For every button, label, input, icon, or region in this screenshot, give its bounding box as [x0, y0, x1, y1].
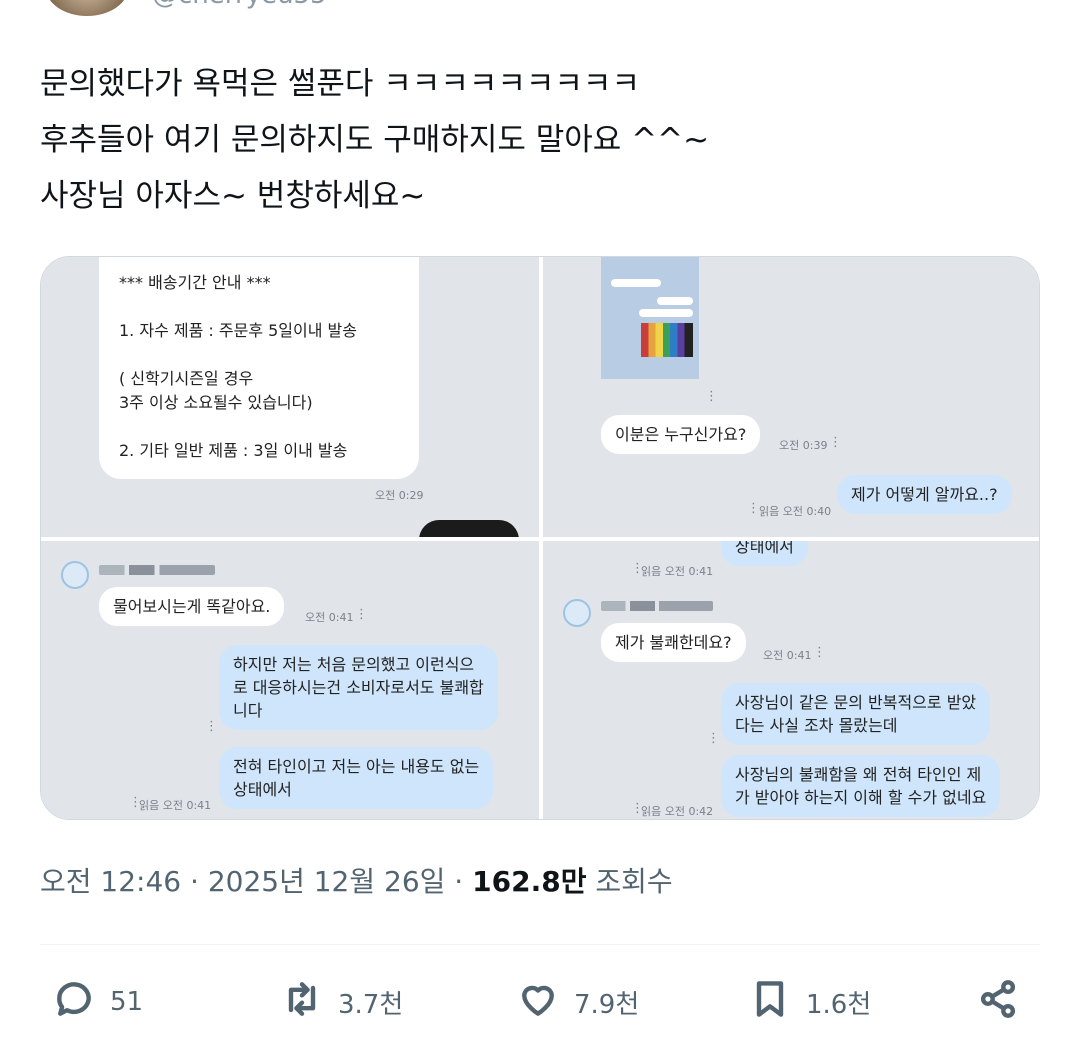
views-label: 조회수 — [586, 865, 673, 898]
message-line: 니다 — [233, 701, 263, 720]
retweet-count: 3.7천 — [338, 989, 404, 1020]
tweet-text: 문의했다가 욕먹은 썰푼다 ㅋㅋㅋㅋㅋㅋㅋㅋㅋ 후추들아 여기 문의하지도 구매… — [40, 56, 1040, 224]
tweet-line: 사장님 아자스~ 번창하세요~ — [40, 178, 426, 214]
seller-avatar — [61, 561, 89, 589]
reply-icon — [52, 977, 96, 1028]
read-receipt: 읽음 오전 0:42 — [641, 805, 714, 818]
image-thumbnail — [419, 520, 519, 537]
action-bar: 51 3.7천 7.9천 1.6천 — [40, 972, 1040, 1032]
chat-message-outgoing: 하지만 저는 처음 문의했고 이런식으 로 대응하시는건 소비자로서도 불쾌합 … — [219, 645, 498, 730]
media-image-1[interactable]: *** 배송기간 안내 *** 1. 자수 제품 : 주문후 5일이내 발송 (… — [41, 257, 539, 537]
notice-line: 2. 기타 일반 제품 : 3일 이내 발송 — [119, 441, 348, 460]
more-icon: ⋮ — [205, 719, 218, 734]
tweet-header: @cherryeu55 — [0, 0, 1080, 20]
message-line: 전혀 타인이고 저는 아는 내용도 없는 — [233, 757, 480, 776]
like-button[interactable]: 7.9천 — [516, 972, 639, 1032]
read-receipt: 읽음 오전 0:40 — [759, 505, 832, 518]
seller-avatar — [563, 599, 591, 627]
divider — [40, 944, 1040, 945]
bookmark-button[interactable]: 1.6천 — [748, 972, 871, 1032]
bookmark-count: 1.6천 — [806, 989, 872, 1020]
tweet-timestamp: 오전 12:46 · 2025년 12월 26일 · 162.8만 조회수 — [40, 860, 673, 900]
media-grid[interactable]: *** 배송기간 안내 *** 1. 자수 제품 : 주문후 5일이내 발송 (… — [40, 256, 1040, 820]
share-icon — [976, 977, 1020, 1028]
more-icon: ⋮ — [813, 645, 826, 660]
message-line: 사장님이 같은 문의 반복적으로 받았 — [735, 693, 977, 712]
share-button[interactable] — [976, 972, 1020, 1032]
chat-message-outgoing: 전혀 타인이고 저는 아는 내용도 없는 상태에서 — [219, 747, 494, 809]
read-receipt: 읽음 오전 0:41 — [139, 799, 212, 812]
message-line: 가 받아야 하는지 이해 할 수가 없네요 — [735, 788, 987, 807]
notice-line — [119, 415, 399, 439]
message-line: 다는 사실 조차 몰랐는데 — [735, 716, 898, 735]
notice-line: 3주 이상 소요될수 있습니다) — [119, 393, 313, 412]
time-date[interactable]: 오전 12:46 · 2025년 12월 26일 · — [40, 865, 472, 898]
blurred-seller-name — [99, 565, 215, 575]
read-receipt: 읽음 오전 0:41 — [641, 565, 714, 578]
message-time: 오전 0:41 — [763, 649, 812, 662]
reply-button[interactable]: 51 — [52, 972, 143, 1032]
bookmark-icon — [748, 977, 792, 1028]
message-line: 상태에서 — [233, 780, 292, 799]
blurred-seller-name — [601, 601, 713, 611]
notice-line: ( 신학기시즌일 경우 — [119, 369, 254, 388]
chat-message-incoming: 제가 불쾌한데요? — [601, 623, 746, 662]
reply-count: 51 — [110, 987, 144, 1017]
author-avatar[interactable] — [46, 0, 128, 16]
chat-message-outgoing: 사장님의 불쾌함을 왜 전혀 타인인 제 가 받아야 하는지 이해 할 수가 없… — [721, 755, 1001, 817]
more-icon: ⋮ — [355, 607, 368, 622]
chat-message-outgoing: 제가 어떻게 알까요..? — [837, 475, 1012, 514]
views-count: 162.8만 — [472, 865, 587, 898]
chat-message-incoming: 이분은 누구신가요? — [601, 415, 761, 454]
retweet-button[interactable]: 3.7천 — [280, 972, 403, 1032]
author-handle[interactable]: @cherryeu55 — [152, 0, 327, 10]
message-line: 로 대응하시는건 소비자로서도 불쾌합 — [233, 678, 484, 697]
media-image-2[interactable]: 이분은 누구신가요? 오전 0:39 ⋮ ⋮ 제가 어떻게 알까요..? ⋮ 읽… — [543, 257, 1039, 537]
chat-message-outgoing: 사장님이 같은 문의 반복적으로 받았 다는 사실 조차 몰랐는데 — [721, 683, 991, 745]
chat-message-incoming: 물어보시는게 똑같아요. — [99, 587, 285, 626]
message-time: 오전 0:39 — [779, 439, 828, 452]
notice-line: 1. 자수 제품 : 주문후 5일이내 발송 — [119, 321, 357, 340]
tweet-line: 문의했다가 욕먹은 썰푼다 ㅋㅋㅋㅋㅋㅋㅋㅋㅋ — [40, 66, 640, 102]
media-image-3[interactable]: 물어보시는게 똑같아요. 오전 0:41 ⋮ 하지만 저는 처음 문의했고 이런… — [41, 541, 539, 819]
color-swatch-image — [641, 323, 693, 357]
more-icon: ⋮ — [705, 389, 718, 404]
tweet-line: 후추들아 여기 문의하지도 구매하지도 말아요 ^^~ — [40, 122, 710, 158]
media-image-4[interactable]: 상태에서 ⋮ 읽음 오전 0:41 제가 불쾌한데요? 오전 0:41 ⋮ 사장… — [543, 541, 1039, 819]
message-time: 오전 0:29 — [375, 489, 424, 502]
notice-line: *** 배송기간 안내 *** — [119, 273, 271, 292]
message-line: 사장님의 불쾌함을 왜 전혀 타인인 제 — [735, 765, 982, 784]
chat-message-outgoing: 상태에서 — [721, 541, 808, 566]
message-line: 하지만 저는 처음 문의했고 이런식으 — [233, 655, 475, 674]
notice-line — [119, 295, 399, 319]
message-time: 오전 0:41 — [305, 611, 354, 624]
heart-icon — [516, 977, 560, 1028]
screenshot-thumbnail — [601, 257, 699, 379]
shipping-notice-bubble: *** 배송기간 안내 *** 1. 자수 제품 : 주문후 5일이내 발송 (… — [99, 257, 419, 479]
retweet-icon — [280, 977, 324, 1028]
more-icon: ⋮ — [707, 731, 720, 746]
notice-line — [119, 343, 399, 367]
more-icon: ⋮ — [829, 435, 842, 450]
like-count: 7.9천 — [574, 989, 640, 1020]
